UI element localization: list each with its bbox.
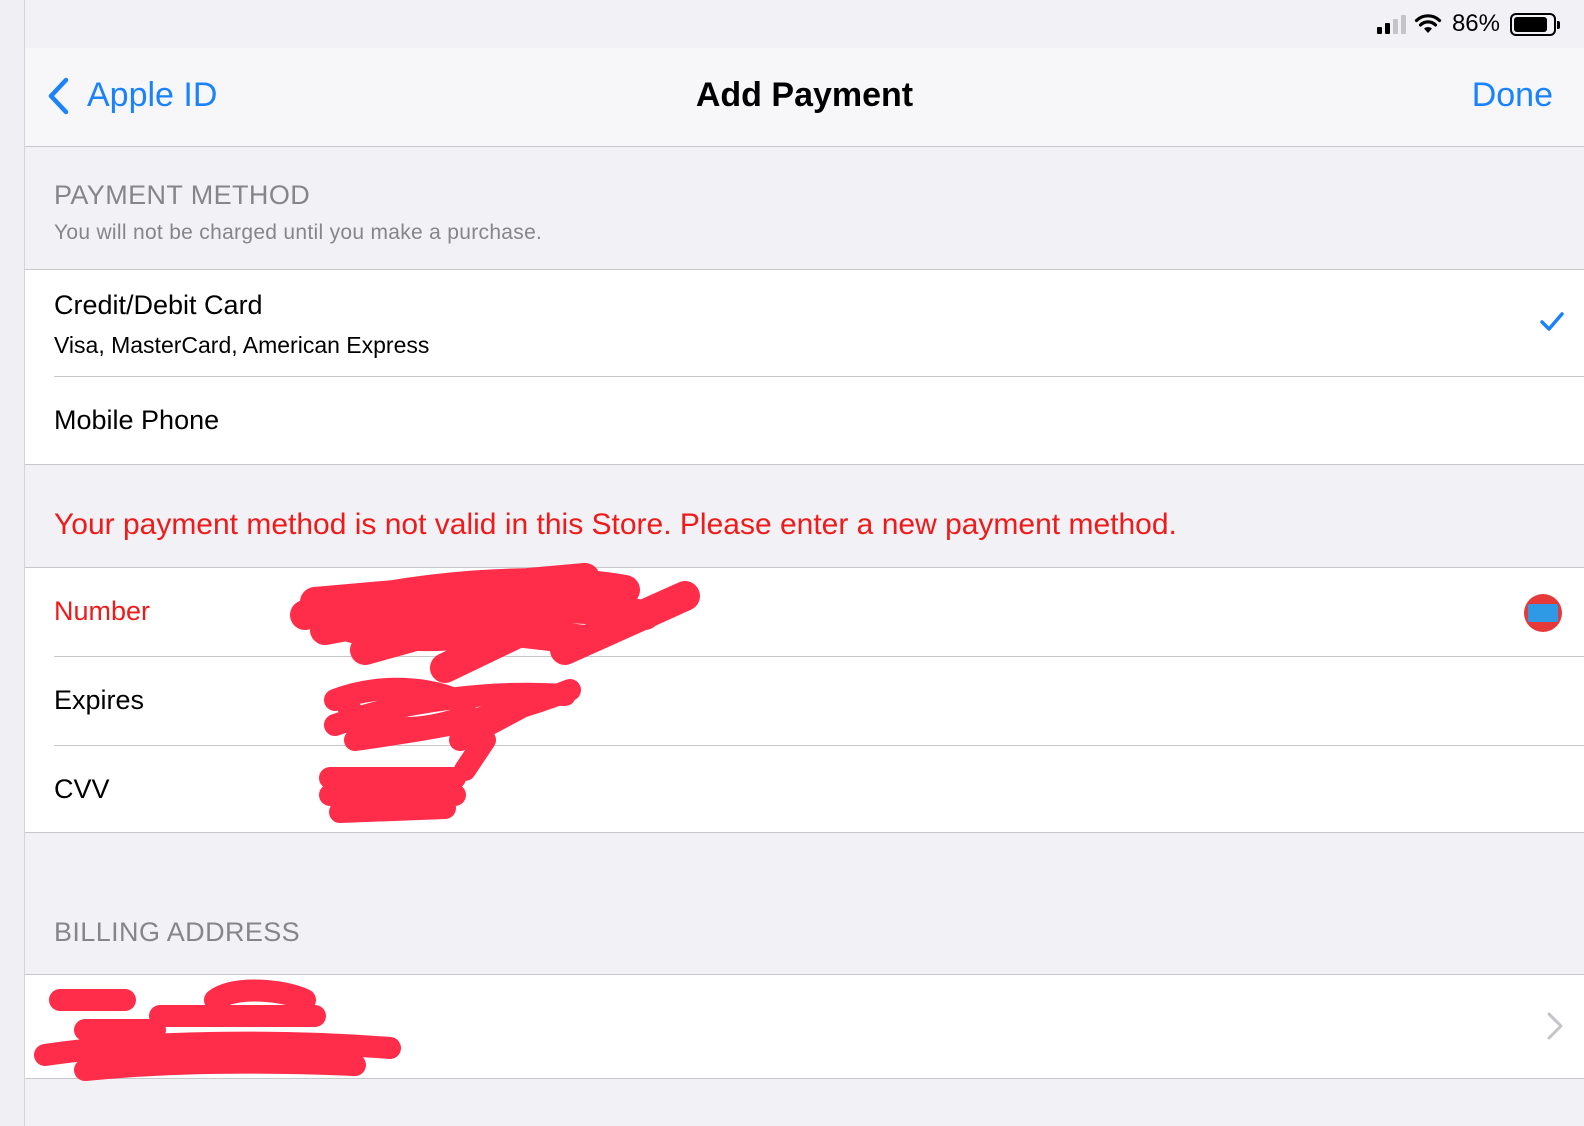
error-message: Your payment method is not valid in this… — [54, 508, 1177, 541]
battery-percentage: 86% — [1451, 10, 1500, 37]
payment-option-title: Credit/Debit Card — [54, 290, 263, 320]
billing-address-row[interactable] — [25, 975, 1584, 1078]
billing-address-title: BILLING ADDRESS — [54, 917, 301, 947]
billing-address-list — [25, 974, 1584, 1079]
payment-option-title: Mobile Phone — [54, 405, 220, 435]
wifi-icon — [1414, 13, 1442, 35]
page-title: Add Payment — [695, 76, 914, 114]
billing-address-header: BILLING ADDRESS — [54, 917, 300, 948]
card-details-form: Number Expires CVV — [25, 567, 1584, 833]
expiry-row[interactable]: Expires — [25, 657, 1584, 746]
payment-option-mobile-phone[interactable]: Mobile Phone — [25, 377, 1584, 464]
card-number-row[interactable]: Number — [25, 568, 1584, 657]
chevron-right-icon — [1547, 1012, 1563, 1040]
payment-method-header: PAYMENT METHOD You will not be charged u… — [54, 180, 542, 245]
cvv-row[interactable]: CVV — [25, 746, 1584, 832]
status-bar: 86% — [25, 0, 1584, 48]
payment-method-title: PAYMENT METHOD — [54, 180, 311, 210]
cvv-label: CVV — [54, 774, 110, 804]
done-button[interactable]: Done — [1472, 76, 1553, 115]
payment-method-subtitle: You will not be charged until you make a… — [54, 221, 543, 244]
status-indicators: 86% — [1376, 10, 1560, 38]
split-view-edge — [0, 0, 25, 1126]
checkmark-icon — [1540, 312, 1564, 331]
cellular-signal-icon — [1376, 14, 1406, 34]
expiry-label: Expires — [54, 685, 145, 715]
payment-option-subtitle: Visa, MasterCard, American Express — [54, 332, 430, 358]
amex-card-icon — [1524, 594, 1562, 632]
card-number-label: Number — [54, 596, 151, 626]
payment-method-list: Credit/Debit Card Visa, MasterCard, Amer… — [25, 269, 1584, 465]
battery-icon — [1510, 12, 1560, 36]
add-payment-screen: 86% Apple ID Add Payment Done PAYMENT ME… — [25, 0, 1584, 1126]
navigation-bar: Apple ID Add Payment Done — [25, 48, 1584, 147]
redaction-scribbles — [34, 563, 700, 1081]
payment-option-credit-card[interactable]: Credit/Debit Card Visa, MasterCard, Amer… — [25, 270, 1584, 377]
